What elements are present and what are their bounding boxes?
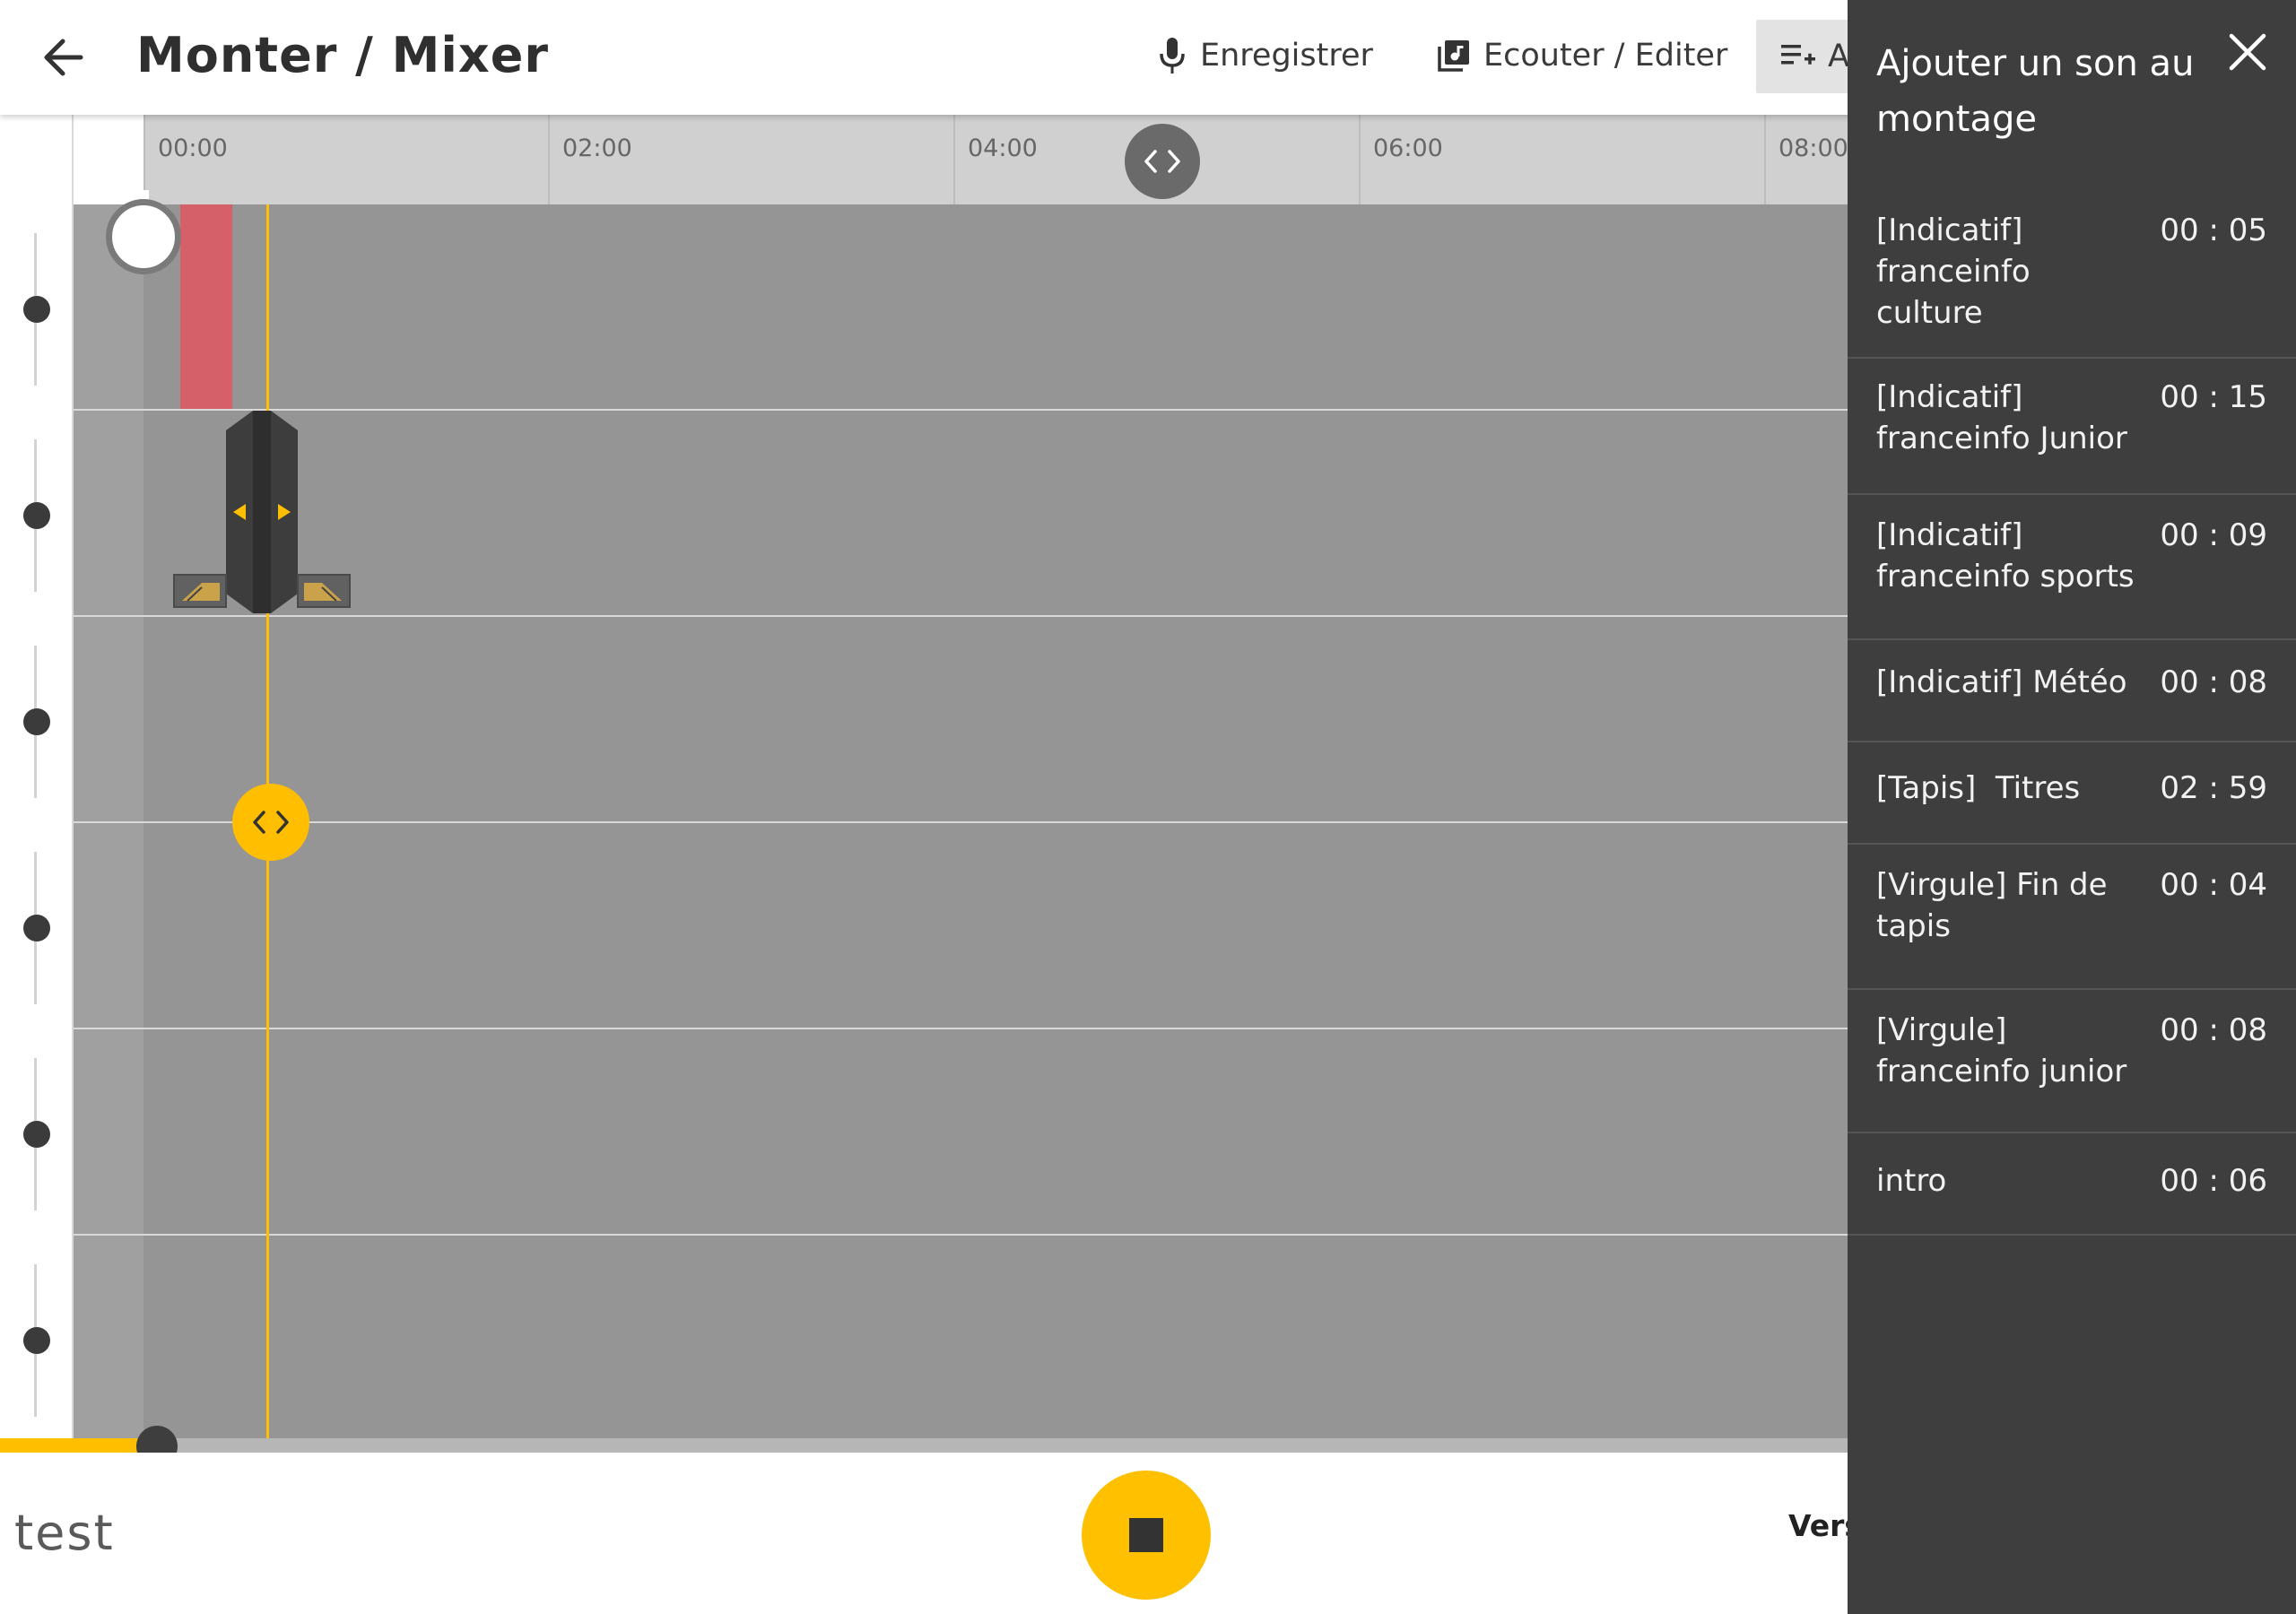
sound-name: intro xyxy=(1876,1163,1947,1199)
page-title: Monter / Mixer xyxy=(136,27,550,83)
fade-out-icon xyxy=(304,583,342,602)
chevrons-left-right-icon xyxy=(1144,150,1180,173)
audio-clip[interactable] xyxy=(180,204,232,409)
ruler-tick: 08:00 xyxy=(1764,115,1848,204)
sound-duration: 00 : 08 xyxy=(2160,1012,2267,1048)
sound-list: [Indicatif] franceinfo culture 00 : 05 [… xyxy=(1848,188,2296,1236)
track-divider xyxy=(72,1234,1848,1236)
sound-duration: 00 : 15 xyxy=(2160,379,2267,415)
sound-item[interactable]: [Indicatif] franceinfo culture 00 : 05 xyxy=(1848,188,2296,359)
record-button[interactable]: Enregistrer xyxy=(1157,27,1373,84)
close-panel-button[interactable] xyxy=(2221,25,2274,79)
volume-slider-knob[interactable] xyxy=(23,1327,50,1354)
track-divider xyxy=(72,1028,1848,1029)
music-library-icon xyxy=(1438,40,1469,72)
sound-name: [Indicatif] franceinfo culture xyxy=(1876,213,2031,331)
sound-item[interactable]: [Indicatif] Météo 00 : 08 xyxy=(1848,640,2296,742)
stop-icon xyxy=(1129,1518,1163,1552)
back-button[interactable] xyxy=(36,29,93,86)
timeline-scroll-handle[interactable] xyxy=(1125,124,1200,199)
close-icon xyxy=(2229,33,2266,71)
track-divider xyxy=(72,615,1848,617)
sound-duration: 00 : 05 xyxy=(2160,213,2267,248)
volume-slider-knob[interactable] xyxy=(23,502,50,529)
bottom-bar xyxy=(0,1453,1848,1614)
ruler-tick: 04:00 xyxy=(953,115,1038,204)
track-volume-column xyxy=(0,204,72,1438)
app-root: Monter / Mixer Enregistrer Ecouter / Edi… xyxy=(0,0,2296,1614)
sound-item[interactable]: [Indicatif] franceinfo sports 00 : 09 xyxy=(1848,495,2296,640)
listen-edit-button[interactable]: Ecouter / Editer xyxy=(1437,27,1727,84)
sound-item[interactable]: [Tapis] Titres 02 : 59 xyxy=(1848,742,2296,845)
sound-item[interactable]: [Indicatif] franceinfo Junior 00 : 15 xyxy=(1848,359,2296,495)
track-divider xyxy=(72,409,1848,411)
panel-title: Ajouter un son au montage xyxy=(1876,43,2195,140)
sound-duration: 00 : 08 xyxy=(2160,664,2267,700)
ruler-tick: 06:00 xyxy=(1359,115,1443,204)
gutter-divider xyxy=(72,115,74,1442)
add-sound-button[interactable]: A xyxy=(1756,20,1855,93)
volume-slider-knob[interactable] xyxy=(23,296,50,323)
fade-out-button[interactable] xyxy=(297,574,351,608)
playlist-add-icon xyxy=(1781,45,1815,65)
sound-name: [Tapis] Titres xyxy=(1876,770,2081,806)
progress-fill xyxy=(0,1438,158,1453)
sound-duration: 00 : 06 xyxy=(2160,1163,2267,1199)
split-handle-icon xyxy=(226,411,298,613)
start-marker-handle[interactable] xyxy=(106,199,181,274)
sound-duration: 00 : 04 xyxy=(2160,867,2267,903)
sound-item[interactable]: intro 00 : 06 xyxy=(1848,1133,2296,1236)
stop-button[interactable] xyxy=(1082,1471,1211,1600)
volume-slider-knob[interactable] xyxy=(23,708,50,735)
sound-name: [Indicatif] Météo xyxy=(1876,664,2127,700)
record-label: Enregistrer xyxy=(1200,38,1373,74)
sound-name: [Indicatif] franceinfo sports xyxy=(1876,517,2135,594)
add-sound-label: A xyxy=(1828,39,1849,74)
progress-track[interactable] xyxy=(0,1438,1848,1453)
sound-item[interactable]: [Virgule] franceinfo junior 00 : 08 xyxy=(1848,990,2296,1133)
chevrons-left-right-icon xyxy=(253,811,289,834)
arrow-left-icon xyxy=(44,39,83,76)
ruler-tick: 02:00 xyxy=(548,115,632,204)
sound-item[interactable]: [Virgule] Fin de tapis 00 : 04 xyxy=(1848,845,2296,990)
time-ruler[interactable]: 00:00 02:00 04:00 06:00 08:00 xyxy=(144,115,1848,204)
playhead-handle[interactable] xyxy=(232,784,309,861)
fade-in-button[interactable] xyxy=(173,574,227,608)
project-name: test xyxy=(14,1505,115,1561)
sound-duration: 00 : 09 xyxy=(2160,517,2267,553)
track-divider xyxy=(72,821,1848,823)
microphone-icon xyxy=(1160,38,1185,74)
sound-duration: 02 : 59 xyxy=(2160,770,2267,806)
sound-name: [Indicatif] franceinfo Junior xyxy=(1876,379,2127,456)
clip-split-marker[interactable] xyxy=(224,411,300,613)
add-sound-panel: Ajouter un son au montage [Indicatif] fr… xyxy=(1848,0,2296,1614)
listen-edit-label: Ecouter / Editer xyxy=(1483,38,1728,74)
sound-name: [Virgule] franceinfo junior xyxy=(1876,1012,2127,1089)
volume-slider-knob[interactable] xyxy=(23,1121,50,1148)
fade-in-icon xyxy=(182,583,220,602)
sound-name: [Virgule] Fin de tapis xyxy=(1876,867,2108,944)
volume-slider-knob[interactable] xyxy=(23,915,50,941)
